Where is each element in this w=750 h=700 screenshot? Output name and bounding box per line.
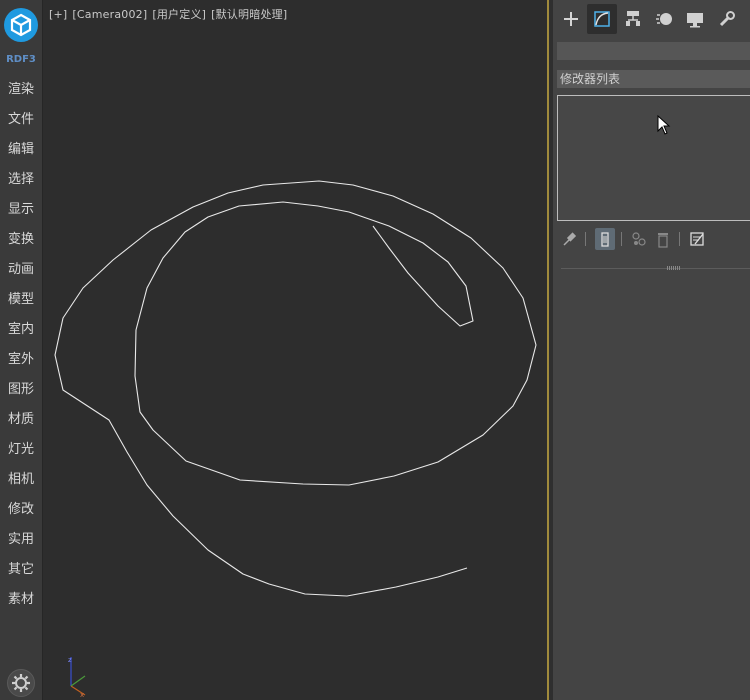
menu-item-2[interactable]: 编辑 [0, 139, 42, 161]
object-name-input[interactable] [557, 42, 750, 60]
left-toolbar: RDF3 渲染文件编辑选择显示变换动画模型室内室外图形材质灯光相机修改实用其它素… [0, 0, 43, 700]
menu-item-15[interactable]: 实用 [0, 529, 42, 551]
axis-tripod-icon: z x [68, 656, 86, 699]
modifier-stack-list[interactable] [557, 95, 750, 221]
pin-stack-icon[interactable] [559, 228, 579, 250]
menu-item-14[interactable]: 修改 [0, 499, 42, 521]
remove-modifier-icon[interactable] [653, 228, 673, 250]
camera-viewport[interactable]: [+] [Camera002] [用户定义] [默认明暗处理] z x [43, 0, 547, 700]
svg-text:x: x [80, 691, 84, 699]
rollout-divider [561, 268, 750, 269]
menu-item-7[interactable]: 模型 [0, 289, 42, 311]
menu-item-17[interactable]: 素材 [0, 589, 42, 611]
menu-item-11[interactable]: 材质 [0, 409, 42, 431]
tab-modify[interactable] [587, 4, 617, 34]
command-panel: 修改器列表 [549, 0, 750, 700]
brand-label: RDF3 [6, 54, 36, 65]
wrench-icon [719, 11, 735, 27]
menu-item-10[interactable]: 图形 [0, 379, 42, 401]
tab-hierarchy[interactable] [618, 4, 648, 34]
tab-utilities[interactable] [711, 4, 741, 34]
spiral-outer-spline[interactable] [54, 180, 537, 597]
menu-item-9[interactable]: 室外 [0, 349, 42, 371]
modifier-list-dropdown[interactable]: 修改器列表 [557, 70, 750, 88]
toolbar-separator [585, 232, 586, 246]
motion-icon [656, 13, 672, 25]
modify-curve-icon [594, 11, 610, 27]
command-panel-tabs [554, 4, 750, 34]
menu-item-5[interactable]: 变换 [0, 229, 42, 251]
tab-motion[interactable] [649, 4, 679, 34]
plus-icon [564, 12, 578, 26]
menu-item-1[interactable]: 文件 [0, 109, 42, 131]
menu-item-13[interactable]: 相机 [0, 469, 42, 491]
menu-item-6[interactable]: 动画 [0, 259, 42, 281]
toolbar-separator [679, 232, 680, 246]
viewport-canvas: z x [53, 180, 537, 699]
menu-item-12[interactable]: 灯光 [0, 439, 42, 461]
tab-create[interactable] [556, 4, 586, 34]
spiral-spline[interactable] [53, 355, 467, 596]
tab-display[interactable] [680, 4, 710, 34]
configure-modifier-sets-icon[interactable] [687, 228, 707, 250]
menu-item-16[interactable]: 其它 [0, 559, 42, 581]
settings-gear-icon[interactable] [7, 669, 35, 697]
panel-drag-strip[interactable] [549, 0, 553, 700]
hierarchy-icon [626, 11, 640, 26]
modifier-stack-toolbar [557, 228, 750, 250]
menu-item-4[interactable]: 显示 [0, 199, 42, 221]
app-logo-icon[interactable] [4, 8, 38, 42]
menu-item-0[interactable]: 渲染 [0, 79, 42, 101]
menu-item-8[interactable]: 室内 [0, 319, 42, 341]
mouse-cursor-icon [657, 115, 671, 135]
rollout-grip-handle[interactable] [667, 266, 681, 270]
toolbar-separator [621, 232, 622, 246]
menu-item-3[interactable]: 选择 [0, 169, 42, 191]
show-end-result-icon[interactable] [595, 228, 615, 250]
display-monitor-icon [687, 13, 703, 28]
make-unique-icon[interactable] [629, 228, 649, 250]
svg-text:z: z [68, 656, 72, 664]
